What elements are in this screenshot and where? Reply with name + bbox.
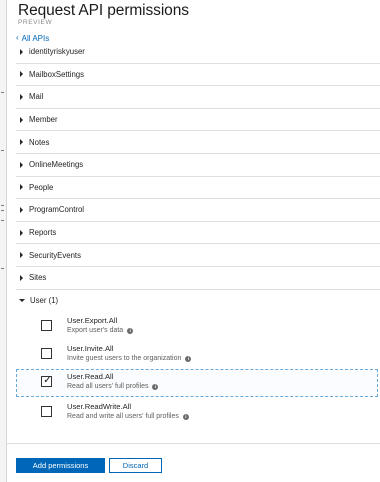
- permission-description: Export user's data i: [67, 327, 134, 334]
- triangle-right-icon: [20, 48, 23, 55]
- group-row-mail[interactable]: Mail: [16, 86, 380, 109]
- permission-row-user-export-all: User.Export.All Export user's data i: [16, 313, 378, 341]
- group-label: Reports: [29, 228, 57, 238]
- group-label: OnlineMeetings: [29, 160, 84, 170]
- triangle-right-icon: [20, 93, 23, 100]
- group-row-member[interactable]: Member: [16, 109, 380, 132]
- triangle-right-icon: [20, 71, 23, 78]
- info-icon[interactable]: i: [182, 413, 189, 420]
- group-row-mailboxsettings[interactable]: MailboxSettings: [16, 64, 380, 87]
- permission-row-user-read-all: ✓ User.Read.All Read all users' full pro…: [16, 369, 378, 397]
- permission-description-text: Export user's data: [67, 327, 124, 334]
- permission-description-text: Invite guest users to the organization: [67, 355, 182, 362]
- permission-checkbox-checked[interactable]: ✓: [41, 375, 52, 387]
- permission-description-text: Read and write all users' full profiles: [67, 413, 179, 420]
- triangle-right-icon: [20, 252, 23, 259]
- triangle-down-icon: [19, 299, 25, 303]
- page-title: Request API permissions: [18, 2, 189, 19]
- permission-checkbox[interactable]: [41, 320, 52, 331]
- preview-badge: PREVIEW: [18, 19, 53, 26]
- group-label: Sites: [29, 273, 47, 283]
- request-api-permissions-blade: Request API permissions PREVIEW ‹ All AP…: [7, 0, 380, 482]
- group-label: SecurityEvents: [29, 250, 82, 260]
- group-row-securityevents[interactable]: SecurityEvents: [16, 244, 380, 267]
- group-label: identityriskyuser: [29, 47, 85, 57]
- group-row-programcontrol[interactable]: ProgramControl: [16, 199, 380, 222]
- permission-description: Invite guest users to the organization i: [67, 355, 192, 362]
- group-row-sites[interactable]: Sites: [16, 267, 380, 290]
- group-row-notes[interactable]: Notes: [16, 131, 380, 154]
- discard-button[interactable]: Discard: [109, 458, 162, 473]
- permission-name: User.Invite.All: [67, 344, 114, 353]
- permission-description: Read and write all users' full profiles …: [67, 413, 189, 420]
- triangle-right-icon: [20, 139, 23, 146]
- permission-name: User.Read.All: [67, 372, 114, 381]
- add-permissions-button[interactable]: Add permissions: [16, 458, 105, 473]
- footer-divider: [7, 443, 380, 444]
- group-label: Member: [29, 115, 58, 125]
- group-row-identityriskyuser[interactable]: identityriskyuser: [16, 41, 380, 64]
- info-icon[interactable]: i: [127, 327, 134, 334]
- permission-checkbox[interactable]: [41, 406, 52, 417]
- info-icon[interactable]: i: [152, 383, 159, 390]
- triangle-right-icon: [20, 184, 23, 191]
- group-label: Notes: [29, 137, 50, 147]
- info-icon[interactable]: i: [185, 355, 192, 362]
- permission-checkbox[interactable]: [41, 348, 52, 359]
- group-label: User (1): [30, 296, 59, 306]
- group-label: ProgramControl: [29, 205, 85, 215]
- group-row-user[interactable]: User (1): [16, 290, 380, 313]
- triangle-right-icon: [20, 229, 23, 236]
- permission-description-text: Read all users' full profiles: [67, 383, 149, 390]
- group-label: MailboxSettings: [29, 69, 85, 79]
- background-page-strip: [0, 0, 7, 482]
- triangle-right-icon: [20, 274, 23, 281]
- permission-description: Read all users' full profiles i: [67, 383, 159, 390]
- checkmark-icon: ✓: [43, 375, 52, 386]
- permission-row-user-invite-all: User.Invite.All Invite guest users to th…: [16, 341, 378, 369]
- permission-name: User.ReadWrite.All: [67, 402, 132, 411]
- group-row-onlinemeetings[interactable]: OnlineMeetings: [16, 154, 380, 177]
- group-label: People: [29, 182, 54, 192]
- permission-group-list: identityriskyuser MailboxSettings Mail M…: [16, 41, 380, 312]
- group-row-reports[interactable]: Reports: [16, 222, 380, 245]
- triangle-right-icon: [20, 206, 23, 213]
- triangle-right-icon: [20, 116, 23, 123]
- group-row-people[interactable]: People: [16, 177, 380, 200]
- triangle-right-icon: [20, 161, 23, 168]
- permission-name: User.Export.All: [67, 316, 118, 325]
- permission-row-user-readwrite-all: User.ReadWrite.All Read and write all us…: [16, 399, 378, 427]
- group-label: Mail: [29, 92, 44, 102]
